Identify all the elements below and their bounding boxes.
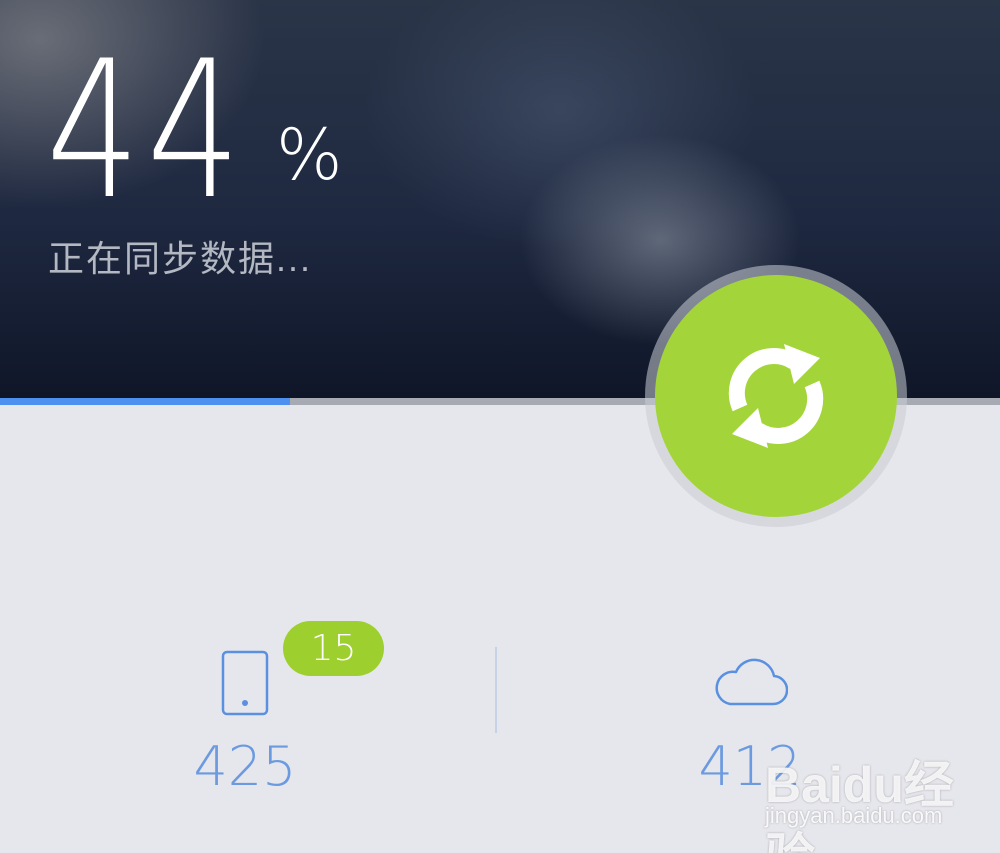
phone-icon [221, 650, 269, 716]
refresh-arrows-icon [728, 344, 824, 448]
baidu-watermark: Baidu经验 jingyan.baidu.com [765, 745, 965, 853]
progress-percent-value: 44 [46, 20, 248, 241]
watermark-brand: Baidu经验 [765, 757, 954, 853]
stats-divider [495, 647, 497, 733]
cloud-icon [715, 658, 788, 706]
progress-percent-sign: % [276, 114, 343, 196]
local-count: 425 [193, 735, 297, 798]
sync-button[interactable] [655, 275, 897, 517]
sync-progress-fill [0, 398, 290, 405]
local-new-badge: 15 [283, 621, 384, 676]
watermark-url: jingyan.baidu.com [765, 803, 943, 828]
sync-status-text: 正在同步数据... [48, 238, 313, 279]
